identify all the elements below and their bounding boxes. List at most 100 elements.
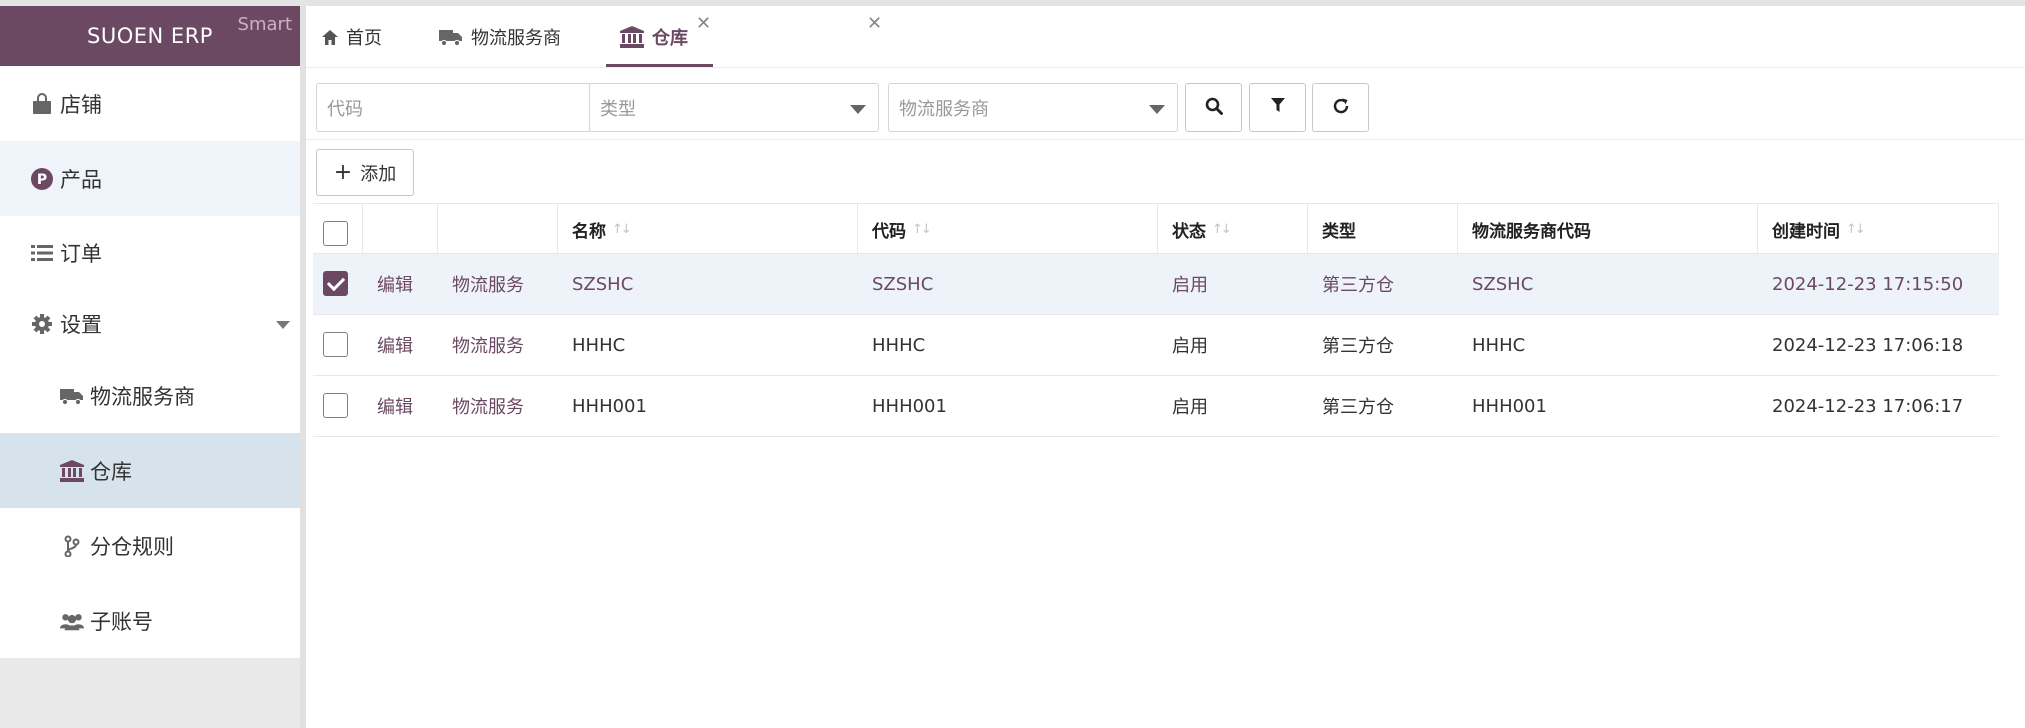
select-all-cell [313,204,363,254]
provider-filter-select[interactable]: 物流服务商 [888,83,1178,132]
row-checkbox[interactable] [323,271,348,296]
tab-label: 首页 [346,28,382,49]
sidebar-item-orders[interactable]: 订单 [0,216,300,290]
list-icon [30,241,54,265]
type-placeholder: 类型 [600,98,636,120]
sort-icon: ↑↓ [612,221,632,237]
header-created-time[interactable]: 创建时间 ↑↓ [1758,204,1999,254]
edit-link[interactable]: 编辑 [363,254,413,314]
cell-name: HHH001 [572,395,647,417]
active-tab-indicator [606,64,713,67]
cell-created-time: 2024-12-23 17:06:18 [1772,334,1964,356]
header-label: 代码 [872,221,906,242]
header-provider-code: 物流服务商代码 [1458,204,1758,254]
cell-name: HHHC [572,334,626,356]
sidebar-item-split-rules[interactable]: 分仓规则 [0,508,300,583]
cell-created-time: 2024-12-23 17:15:50 [1772,273,1964,295]
chevron-down-icon [276,321,290,329]
tab-home[interactable]: 首页 [322,6,382,68]
sidebar-item-sub-accounts[interactable]: 子账号 [0,583,300,658]
header-code[interactable]: 代码 ↑↓ [858,204,1158,254]
shopping-bag-icon [30,92,54,116]
row-checkbox[interactable] [323,332,348,357]
cell-type: 第三方仓 [1322,397,1394,418]
gear-icon [30,312,54,336]
sidebar-item-label: 设置 [60,313,102,337]
header-label: 类型 [1322,221,1356,242]
logistics-service-link[interactable]: 物流服务 [438,254,524,314]
sort-icon: ↑↓ [1212,221,1232,237]
header-label: 创建时间 [1772,221,1840,242]
cell-type: 第三方仓 [1322,336,1394,357]
refresh-icon [1332,97,1350,119]
select-all-checkbox[interactable] [323,221,348,246]
warehouse-table: 名称 ↑↓ 代码 ↑↓ 状态 ↑↓ 类型 物流服务商代码 创建时间 ↑↓ 编辑 物流服务… [313,203,1999,437]
table-row[interactable]: 编辑 物流服务 SZSHC SZSHC 启用 第三方仓 SZSHC 2024-1… [313,254,1999,315]
edit-link[interactable]: 编辑 [363,376,413,436]
sidebar-item-label: 子账号 [90,609,153,634]
plus-icon: + [333,159,353,185]
logistics-service-link[interactable]: 物流服务 [438,376,524,436]
search-button[interactable] [1185,83,1242,132]
search-icon [1205,97,1223,119]
filter-button[interactable] [1249,83,1306,132]
cell-provider-code: HHHC [1472,334,1526,356]
cell-status: 启用 [1172,275,1208,296]
sidebar-item-settings[interactable]: 设置 [0,290,300,358]
add-button[interactable]: + 添加 [316,149,414,196]
truck-icon [439,27,463,47]
users-icon [60,609,84,633]
edit-link[interactable]: 编辑 [363,315,413,375]
sidebar-item-shop[interactable]: 店铺 [0,66,300,141]
close-icon[interactable]: ✕ [696,15,711,33]
product-p-icon: P [30,167,54,191]
header-name[interactable]: 名称 ↑↓ [558,204,858,254]
sidebar: SUOEN ERP Smart 店铺 P 产品 订单 设置 物流服务商 仓库 分… [0,6,300,728]
filter-bar: 代码 类型 物流服务商 [306,78,2025,140]
tab-warehouse[interactable]: 仓库 [620,6,688,68]
table-row[interactable]: 编辑 物流服务 HHH001 HHH001 启用 第三方仓 HHH001 202… [313,376,1999,437]
row-checkbox[interactable] [323,393,348,418]
refresh-button[interactable] [1312,83,1369,132]
sidebar-item-label: 分仓规则 [90,534,174,559]
cell-code: SZSHC [872,273,934,295]
tab-bar: 首页 物流服务商 ✕ 仓库 ✕ [306,6,2025,68]
brand-badge: Smart [237,14,292,35]
add-button-label: 添加 [360,163,397,185]
bank-icon [60,459,84,483]
close-icon[interactable]: ✕ [867,15,882,33]
cell-code: HHHC [872,334,926,356]
sidebar-item-logistics-provider[interactable]: 物流服务商 [0,358,300,433]
cell-status: 启用 [1172,397,1208,418]
code-placeholder: 代码 [327,98,363,120]
sort-icon: ↑↓ [912,221,932,237]
cell-code: HHH001 [872,395,947,417]
tab-label: 物流服务商 [471,28,561,49]
tab-label: 仓库 [652,28,688,49]
cell-type: 第三方仓 [1322,275,1394,296]
logistics-service-link[interactable]: 物流服务 [438,315,524,375]
header-service-col [438,204,558,254]
code-filter-input[interactable]: 代码 [316,83,592,132]
header-label: 物流服务商代码 [1472,221,1591,242]
header-status[interactable]: 状态 ↑↓ [1158,204,1308,254]
sidebar-menu: 店铺 P 产品 订单 设置 物流服务商 仓库 分仓规则 子账号 [0,66,300,658]
sidebar-item-warehouse[interactable]: 仓库 [0,433,300,508]
home-icon [322,29,338,45]
filter-icon [1270,98,1285,117]
branch-icon [60,534,84,558]
header-label: 名称 [572,221,606,242]
sidebar-item-product[interactable]: P 产品 [0,141,300,216]
tab-logistics-provider[interactable]: 物流服务商 [439,6,561,68]
brand-header[interactable]: SUOEN ERP Smart [0,6,300,66]
chevron-down-icon [850,105,866,114]
cell-created-time: 2024-12-23 17:06:17 [1772,395,1964,417]
cell-name: SZSHC [572,273,634,295]
sidebar-item-label: 仓库 [90,459,132,484]
table-row[interactable]: 编辑 物流服务 HHHC HHHC 启用 第三方仓 HHHC 2024-12-2… [313,315,1999,376]
header-type: 类型 [1308,204,1458,254]
sidebar-item-label: 产品 [60,167,102,192]
provider-placeholder: 物流服务商 [899,98,989,120]
type-filter-select[interactable]: 类型 [589,83,879,132]
sidebar-item-label: 物流服务商 [90,384,195,409]
